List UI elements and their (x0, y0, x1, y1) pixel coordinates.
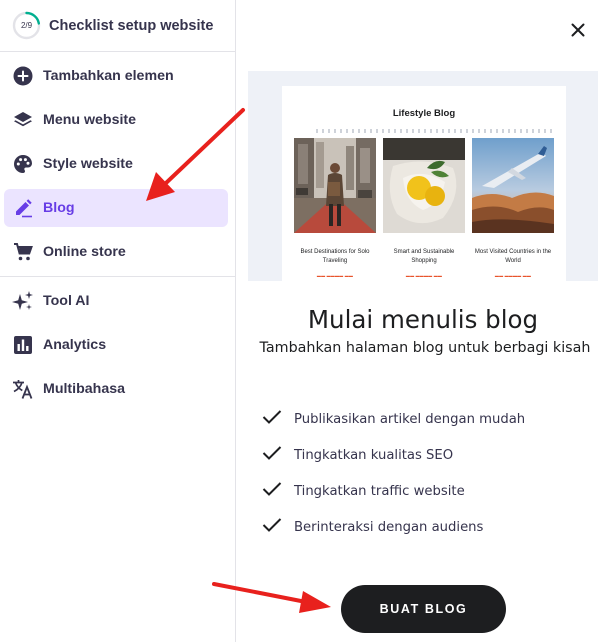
pen-icon (12, 197, 34, 219)
feature-label: Tingkatkan kualitas SEO (294, 447, 454, 463)
sidebar-item-label: Online store (43, 244, 126, 260)
check-icon (262, 481, 282, 502)
cart-icon (12, 241, 34, 263)
feature-label: Tingkatkan traffic website (294, 483, 465, 499)
progress-ring: 2/9 (12, 11, 41, 40)
preview-post: Best Destinations for Solo Traveling ▬▬ … (294, 138, 376, 278)
translate-icon (12, 378, 34, 400)
preview-post: Most Visited Countries in the World ▬▬ ▬… (472, 138, 554, 278)
close-button[interactable] (566, 20, 590, 44)
checklist-title: Checklist setup website (49, 17, 214, 34)
post-title: Most Visited Countries in the World (474, 249, 552, 264)
layers-icon (12, 109, 34, 131)
sidebar-item-menu-website[interactable]: Menu website (4, 101, 228, 139)
progress-text: 2/9 (20, 21, 33, 30)
sidebar-item-label: Menu website (43, 112, 137, 128)
post-thumbnail-traveler (294, 138, 376, 233)
headline: Mulai menulis blog (307, 305, 539, 334)
blog-preview-image: Lifestyle Blog Best Destinations for Sol… (248, 71, 598, 281)
subheadline: Tambahkan halaman blog untuk berbagi kis… (259, 340, 591, 356)
add-circle-icon (12, 65, 34, 87)
create-blog-button[interactable]: BUAT BLOG (341, 585, 506, 633)
palette-icon (12, 153, 34, 175)
feature-label: Publikasikan artikel dengan mudah (294, 411, 526, 427)
post-thumbnail-lemon (383, 138, 465, 233)
feature-item: Tingkatkan traffic website (262, 481, 465, 501)
sidebar-item-analytics[interactable]: Analytics (4, 326, 228, 364)
check-icon (262, 409, 282, 430)
check-icon (262, 517, 282, 538)
sidebar-item-style-website[interactable]: Style website (4, 145, 228, 183)
sidebar-item-online-store[interactable]: Online store (4, 233, 228, 271)
post-thumbnail-airplane (472, 138, 554, 233)
sidebar-item-blog[interactable]: Blog (4, 189, 228, 227)
close-icon (571, 23, 585, 42)
sidebar: 2/9 Checklist setup website Tambahkan el… (0, 0, 236, 642)
sidebar-divider (0, 276, 236, 277)
checklist-setup[interactable]: 2/9 Checklist setup website (0, 0, 236, 52)
preview-post: Smart and Sustainable Shopping ▬▬ ▬▬▬▬ ▬… (383, 138, 465, 278)
sidebar-item-label: Analytics (43, 337, 107, 353)
preview-card: Lifestyle Blog Best Destinations for Sol… (282, 86, 566, 281)
sidebar-item-label: Style website (43, 156, 133, 172)
feature-label: Berinteraksi dengan audiens (294, 519, 484, 535)
sidebar-item-tool-ai[interactable]: Tool AI (4, 282, 228, 320)
sidebar-item-label: Blog (43, 200, 75, 216)
feature-item: Berinteraksi dengan audiens (262, 517, 483, 537)
preview-title: Lifestyle Blog (392, 108, 456, 119)
sparkle-icon (12, 290, 34, 312)
post-title: Smart and Sustainable Shopping (393, 249, 455, 264)
sidebar-item-multibahasa[interactable]: Multibahasa (4, 370, 228, 408)
post-meta: ▬▬ ▬▬▬▬ ▬▬ (494, 273, 532, 278)
preview-divider (316, 129, 552, 135)
post-meta: ▬▬ ▬▬▬▬ ▬▬ (405, 273, 443, 278)
bar-chart-icon (12, 334, 34, 356)
sidebar-item-label: Tool AI (43, 293, 90, 309)
post-meta: ▬▬ ▬▬▬▬ ▬▬ (316, 273, 354, 278)
post-title: Best Destinations for Solo Traveling (300, 249, 370, 264)
feature-item: Publikasikan artikel dengan mudah (262, 409, 525, 429)
sidebar-item-label: Multibahasa (43, 381, 125, 397)
check-icon (262, 445, 282, 466)
sidebar-item-tambahkan-elemen[interactable]: Tambahkan elemen (4, 57, 228, 95)
sidebar-item-label: Tambahkan elemen (43, 68, 174, 84)
feature-item: Tingkatkan kualitas SEO (262, 445, 453, 465)
